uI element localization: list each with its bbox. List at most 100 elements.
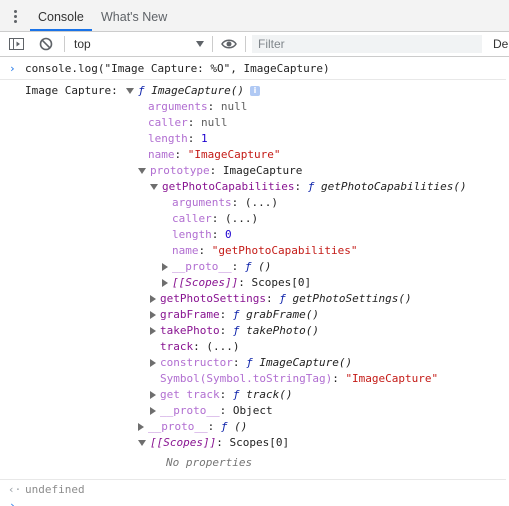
separator: : bbox=[198, 244, 212, 257]
tree-row-length: length: 1 bbox=[148, 131, 208, 147]
console-messages: › console.log("Image Capture: %O", Image… bbox=[0, 57, 509, 506]
property-key: [[Scopes]] bbox=[150, 436, 217, 449]
function-name: grabFrame() bbox=[246, 308, 319, 321]
property-value: 1 bbox=[201, 132, 208, 145]
property-key: takePhoto bbox=[160, 324, 220, 337]
property-value: Scopes[0] bbox=[229, 436, 290, 449]
collapse-triangle-icon[interactable] bbox=[150, 295, 156, 303]
tree-node-proto[interactable]: __proto__: ƒ () bbox=[162, 259, 271, 275]
property-value[interactable]: (...) bbox=[245, 196, 278, 209]
context-selector-label: top bbox=[74, 37, 91, 51]
function-keyword: ƒ bbox=[232, 388, 240, 401]
result-chevron-icon: ‹· bbox=[8, 483, 22, 496]
separator: : bbox=[232, 356, 247, 369]
separator: : bbox=[231, 260, 245, 273]
tree-node-get-track[interactable]: get track: ƒ track() bbox=[150, 387, 292, 403]
collapse-triangle-icon[interactable] bbox=[150, 311, 156, 319]
more-vertical-icon[interactable] bbox=[14, 10, 18, 24]
tree-node-getphotocapabilities[interactable]: getPhotoCapabilities: ƒ getPhotoCapabili… bbox=[150, 179, 467, 195]
tree-node-getphotosettings[interactable]: getPhotoSettings: ƒ getPhotoSettings() bbox=[150, 291, 412, 307]
clear-console-icon[interactable] bbox=[39, 37, 53, 51]
context-selector[interactable]: top bbox=[74, 36, 206, 52]
collapse-triangle-icon[interactable] bbox=[150, 407, 156, 415]
expand-triangle-icon[interactable] bbox=[126, 88, 134, 94]
tree-node-scopes[interactable]: [[Scopes]]: Scopes[0] bbox=[162, 275, 311, 291]
tree-node-grabframe[interactable]: grabFrame: ƒ grabFrame() bbox=[150, 307, 319, 323]
collapse-triangle-icon[interactable] bbox=[150, 359, 156, 367]
tab-whats-new[interactable]: What's New bbox=[101, 0, 167, 31]
property-value[interactable]: (...) bbox=[206, 340, 239, 353]
property-key: length bbox=[172, 228, 212, 241]
tab-console[interactable]: Console bbox=[30, 0, 92, 31]
tree-row-arguments: arguments: null bbox=[148, 99, 247, 115]
function-keyword: ƒ bbox=[220, 420, 228, 433]
collapse-triangle-icon[interactable] bbox=[138, 423, 144, 431]
property-value[interactable]: (...) bbox=[225, 212, 258, 225]
filter-input[interactable] bbox=[252, 35, 482, 53]
property-value: Object bbox=[232, 404, 273, 417]
property-key: caller bbox=[172, 212, 212, 225]
prompt-chevron-icon: › bbox=[9, 62, 16, 75]
function-keyword: ƒ bbox=[244, 260, 252, 273]
separator: : bbox=[231, 196, 245, 209]
no-properties-label: No properties bbox=[166, 455, 252, 471]
tree-row-track: track: (...) bbox=[160, 339, 240, 355]
separator: : bbox=[187, 116, 201, 129]
function-name: () bbox=[234, 420, 248, 433]
separator: : bbox=[294, 180, 308, 193]
function-name: ImageCapture() bbox=[259, 356, 353, 369]
property-value: "ImageCapture" bbox=[345, 372, 439, 385]
tree-row-name: name: "ImageCapture" bbox=[148, 147, 280, 163]
tree-row-arguments: arguments: (...) bbox=[172, 195, 278, 211]
property-value: null bbox=[220, 100, 248, 113]
tree-node-takephoto[interactable]: takePhoto: ƒ takePhoto() bbox=[150, 323, 319, 339]
function-name: getPhotoSettings() bbox=[292, 292, 412, 305]
property-key: name bbox=[172, 244, 199, 257]
toolbar-divider bbox=[245, 36, 246, 52]
property-key: Symbol(Symbol.toStringTag) bbox=[160, 372, 333, 385]
property-key: getPhotoSettings bbox=[160, 292, 266, 305]
separator: : bbox=[219, 404, 233, 417]
tree-node-root-proto[interactable]: __proto__: ƒ () bbox=[138, 419, 247, 435]
prompt-chevron-icon: › bbox=[9, 499, 16, 506]
separator: : bbox=[187, 132, 201, 145]
separator: : bbox=[216, 436, 230, 449]
expand-triangle-icon[interactable] bbox=[138, 440, 146, 446]
property-key: caller bbox=[148, 116, 188, 129]
sidebar-toggle-icon[interactable] bbox=[9, 37, 24, 51]
info-icon[interactable]: i bbox=[249, 86, 260, 96]
property-key: length bbox=[148, 132, 188, 145]
live-expression-eye-icon[interactable] bbox=[221, 38, 237, 50]
message-divider bbox=[0, 479, 509, 480]
expand-triangle-icon[interactable] bbox=[150, 184, 158, 190]
log-label: Image Capture: bbox=[25, 84, 118, 97]
tree-node-root-scopes[interactable]: [[Scopes]]: Scopes[0] bbox=[138, 435, 289, 451]
result-value: undefined bbox=[25, 483, 85, 496]
collapse-triangle-icon[interactable] bbox=[162, 279, 168, 287]
function-keyword: ƒ bbox=[246, 356, 253, 369]
tree-node-proto-object[interactable]: __proto__: Object bbox=[150, 403, 273, 419]
empty-state-text: No properties bbox=[166, 456, 253, 469]
collapse-triangle-icon[interactable] bbox=[150, 391, 156, 399]
message-divider bbox=[0, 79, 509, 80]
separator: : bbox=[207, 100, 221, 113]
property-value: null bbox=[201, 116, 228, 129]
property-key: arguments bbox=[148, 100, 208, 113]
log-levels-dropdown[interactable]: De bbox=[493, 36, 508, 52]
function-keyword: ƒ bbox=[232, 308, 240, 321]
collapse-triangle-icon[interactable] bbox=[150, 327, 156, 335]
devtools-console: Console What's New top De › bbox=[0, 0, 509, 506]
toolbar-divider bbox=[212, 36, 213, 52]
tree-node-constructor[interactable]: constructor: ƒ ImageCapture() bbox=[150, 355, 352, 371]
property-key: track bbox=[160, 340, 194, 353]
tree-node-prototype[interactable]: prototype: ImageCapture bbox=[138, 163, 302, 179]
function-keyword: ƒ bbox=[232, 324, 240, 337]
tree-node-imagecapture[interactable]: ƒ ImageCapture() i bbox=[126, 83, 260, 99]
separator: : bbox=[219, 324, 233, 337]
log-message: Image Capture: bbox=[25, 83, 118, 99]
separator: : bbox=[193, 340, 207, 353]
function-name: takePhoto() bbox=[246, 324, 319, 337]
collapse-triangle-icon[interactable] bbox=[162, 263, 168, 271]
separator: : bbox=[174, 148, 188, 161]
expand-triangle-icon[interactable] bbox=[138, 168, 146, 174]
